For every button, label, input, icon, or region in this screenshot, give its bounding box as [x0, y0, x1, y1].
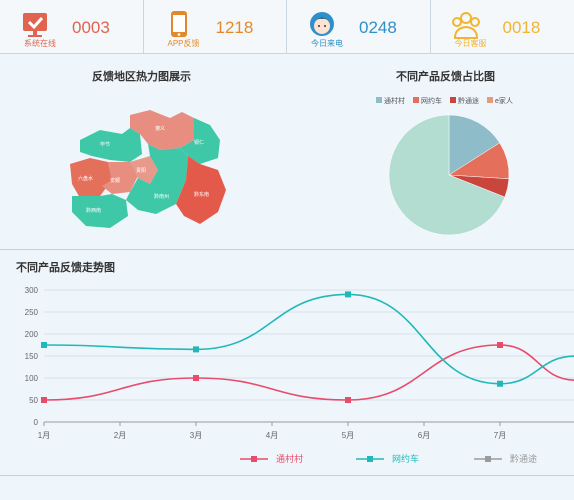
x-tick-label: 4月 [266, 431, 278, 440]
legend-label[interactable]: 通村村 [276, 453, 303, 464]
stat-system-online[interactable]: 系统在线 0003 [0, 0, 144, 53]
stat-today-calls[interactable]: 今日来电 0248 [287, 0, 431, 53]
person-headset-icon [310, 12, 334, 36]
stat-label: 系统在线 [24, 39, 56, 48]
stat-label: 今日来电 [311, 39, 343, 48]
legend-swatch [450, 97, 456, 103]
x-tick-label: 1月 [38, 431, 50, 440]
region-label: 六盘水 [78, 175, 93, 182]
phone-icon [170, 11, 187, 37]
stat-value: 0003 [72, 18, 110, 37]
stats-bar: 系统在线 0003 APP反馈 1218 今日来电 0248 今日客服 0018 [0, 0, 574, 54]
heatmap-map[interactable]: 遵义 铜仁 毕节 六盘水 安顺 贵阳 黔南州 黔东南 黔西南 [60, 100, 230, 235]
x-tick-label: 2月 [114, 431, 126, 440]
legend-label[interactable]: 网约车 [392, 453, 419, 464]
data-point[interactable] [345, 397, 351, 403]
legend-swatch [376, 97, 382, 103]
stat-app-feedback[interactable]: APP反馈 1218 [144, 0, 287, 53]
legend-swatch [413, 97, 419, 103]
section-divider [0, 249, 574, 250]
region-label: 贵阳 [136, 167, 146, 174]
region-label: 黔南州 [154, 193, 169, 200]
data-point[interactable] [41, 397, 47, 403]
stat-label: APP反馈 [167, 39, 200, 48]
series-line[interactable] [43, 293, 574, 385]
stat-today-service[interactable]: 今日客服 0018 [431, 0, 574, 53]
legend-marker [367, 456, 373, 462]
region-label: 黔西南 [86, 207, 101, 214]
y-tick-label: 50 [29, 396, 38, 405]
x-tick-label: 3月 [190, 431, 202, 440]
data-point[interactable] [193, 375, 199, 381]
trend-title: 不同产品反馈走势图 [16, 262, 115, 274]
data-point[interactable] [497, 380, 503, 387]
stat-value: 0248 [359, 18, 397, 37]
data-point[interactable] [345, 291, 351, 298]
x-tick-label: 6月 [418, 431, 430, 440]
pie-legend[interactable]: 通村村 网约车 黔通途 e家人 [374, 94, 574, 108]
legend-marker [485, 456, 491, 462]
trend-chart[interactable]: 0501001502002503001月2月3月4月5月6月7月8通村村网约车黔… [0, 278, 574, 473]
map-title: 反馈地区热力图展示 [92, 71, 191, 83]
region-label: 遵义 [155, 125, 165, 132]
x-tick-label: 5月 [342, 431, 354, 440]
legend-swatch [487, 97, 493, 103]
pie-chart[interactable] [382, 108, 516, 242]
legend-label[interactable]: 黔通途 [510, 453, 537, 464]
y-tick-label: 250 [25, 308, 39, 317]
y-tick-label: 0 [34, 418, 39, 427]
data-point[interactable] [193, 346, 199, 353]
legend-label[interactable]: 网约车 [421, 96, 442, 105]
legend-label[interactable]: 黔通途 [458, 96, 479, 105]
series-line[interactable] [43, 344, 574, 401]
stat-value: 1218 [215, 18, 254, 37]
monitor-check-icon [23, 13, 47, 37]
footer-divider [0, 475, 574, 476]
legend-label[interactable]: 通村村 [384, 96, 405, 105]
y-tick-label: 100 [25, 374, 39, 383]
legend-label[interactable]: e家人 [495, 96, 513, 105]
y-tick-label: 300 [25, 286, 39, 295]
legend-marker [251, 456, 257, 462]
data-point[interactable] [497, 342, 503, 348]
region-label: 毕节 [100, 141, 110, 148]
pie-title: 不同产品反馈占比图 [396, 71, 495, 83]
region-label: 黔东南 [194, 191, 209, 198]
stat-value: 0018 [502, 18, 541, 37]
region-label: 铜仁 [194, 139, 204, 146]
x-tick-label: 7月 [494, 431, 506, 440]
stat-label: 今日客服 [454, 39, 487, 48]
people-group-icon [451, 12, 480, 39]
region-label: 安顺 [110, 177, 120, 184]
y-tick-label: 150 [25, 352, 39, 361]
region-bijie [80, 128, 142, 162]
y-tick-label: 200 [25, 330, 39, 339]
data-point[interactable] [41, 342, 47, 348]
